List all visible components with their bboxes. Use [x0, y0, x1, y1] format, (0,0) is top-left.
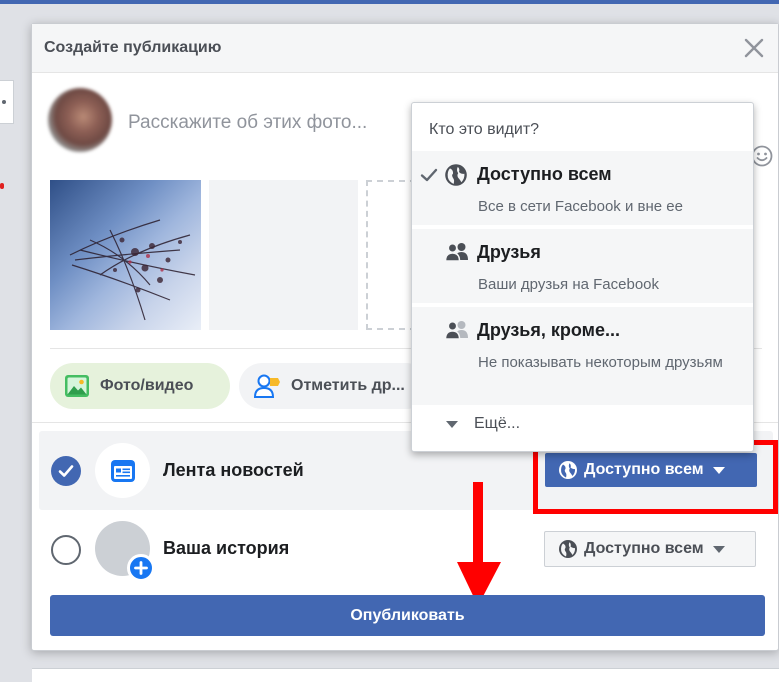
- abstract-photo: [69, 219, 196, 321]
- emoji-icon: [751, 145, 773, 167]
- audience-dropdown-header: Кто это видит?: [429, 121, 540, 138]
- globe-icon: [559, 540, 577, 558]
- audience-option-public[interactable]: Доступно всем Все в сети Facebook и вне …: [412, 151, 753, 225]
- audience-option-title: Друзья: [477, 242, 541, 262]
- user-avatar: [48, 88, 112, 152]
- story-label: Ваша история: [163, 538, 290, 558]
- audience-option-description: Не показывать некоторым друзьям: [478, 354, 723, 371]
- tag-friends-label: Отметить др...: [291, 377, 405, 394]
- audience-option-title: Доступно всем: [477, 164, 612, 184]
- top-bar: [0, 0, 779, 4]
- add-photo-tile[interactable]: [366, 180, 416, 330]
- photo-placeholder[interactable]: [209, 180, 358, 330]
- tag-friends-button[interactable]: Отметить др...: [239, 363, 429, 409]
- caret-down-icon: [712, 545, 725, 553]
- close-icon: [744, 38, 764, 58]
- photo-icon: [65, 375, 89, 397]
- checkmark-icon: [420, 168, 438, 182]
- audience-dropdown: Кто это видит? Доступно всем Все в сети …: [411, 102, 754, 452]
- background-dot: [2, 100, 6, 104]
- news-feed-label: Лента новостей: [163, 460, 304, 480]
- dialog-header: Создайте публикацию: [32, 24, 778, 73]
- tag-friends-icon: [253, 374, 280, 398]
- audience-option-description: Все в сети Facebook и вне ее: [478, 198, 683, 215]
- photo-video-button[interactable]: Фото/видео: [50, 363, 230, 409]
- photo-video-label: Фото/видео: [100, 377, 194, 394]
- audience-option-friends[interactable]: Друзья Ваши друзья на Facebook: [412, 229, 753, 303]
- audience-option-title: Друзья, кроме...: [477, 320, 620, 340]
- plus-icon: [134, 561, 148, 575]
- composer-input[interactable]: Расскажите об этих фото...: [128, 112, 367, 134]
- story-checkbox[interactable]: [51, 535, 81, 565]
- audience-more-label: Ещё...: [474, 415, 521, 432]
- audience-option-friends-except[interactable]: Друзья, кроме... Не показывать некоторым…: [412, 307, 753, 405]
- story-audience-label: Доступно всем: [584, 540, 704, 557]
- news-feed-avatar: [95, 443, 150, 498]
- caret-down-icon: [446, 420, 458, 428]
- background-feed-card: [32, 668, 779, 682]
- audience-option-description: Ваши друзья на Facebook: [478, 276, 660, 293]
- background-dot-red: [0, 183, 4, 189]
- add-story-button[interactable]: [127, 554, 155, 582]
- emoji-button[interactable]: [751, 145, 773, 167]
- globe-icon: [445, 164, 467, 186]
- dialog-title: Создайте публикацию: [44, 39, 222, 56]
- audience-more-button[interactable]: Ещё...: [446, 415, 520, 433]
- story-audience-button[interactable]: Доступно всем: [544, 531, 756, 567]
- friends-except-icon: [444, 321, 468, 340]
- annotation-arrow: [457, 482, 501, 606]
- news-feed-icon: [110, 459, 135, 482]
- publish-button[interactable]: Опубликовать: [50, 595, 765, 636]
- news-feed-checkbox[interactable]: [51, 456, 81, 486]
- close-button[interactable]: [742, 36, 766, 60]
- checkmark-icon: [58, 465, 74, 477]
- friends-icon: [444, 243, 468, 262]
- photo-thumbnail[interactable]: [50, 180, 201, 330]
